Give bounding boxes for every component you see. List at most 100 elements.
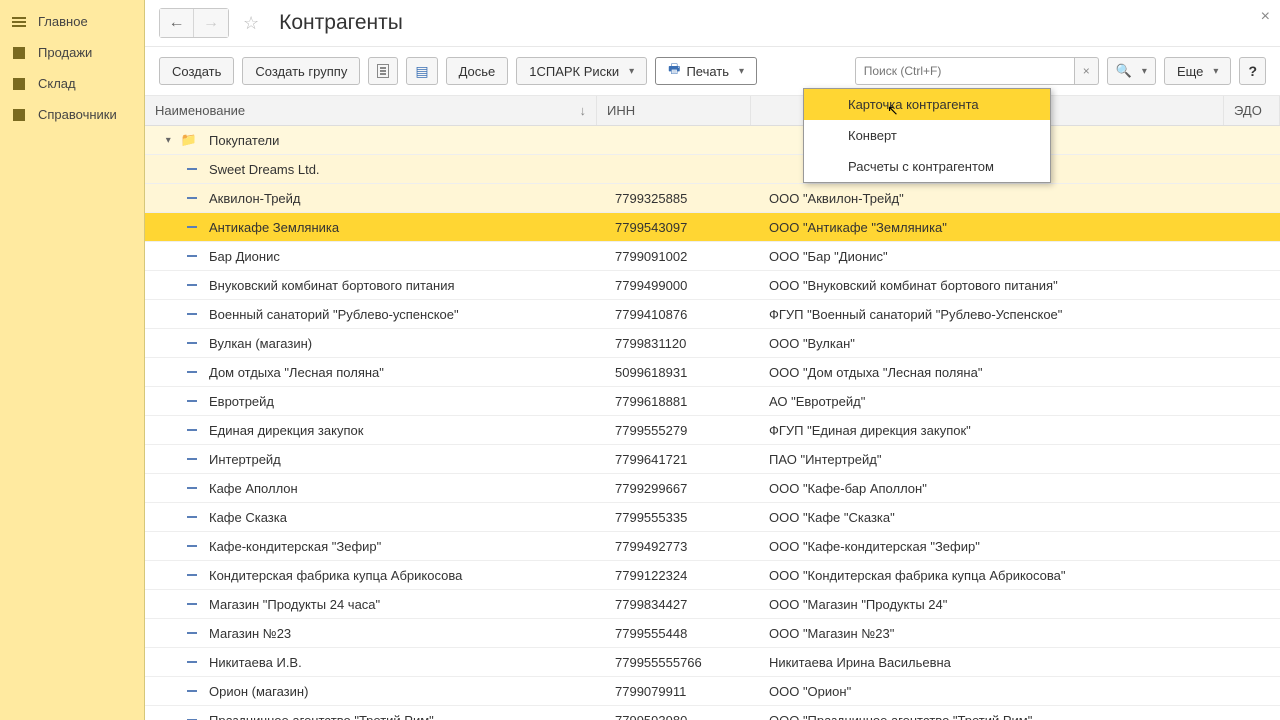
group-name: Покупатели	[205, 133, 597, 148]
cell-inn: 7799299667	[597, 481, 751, 496]
cell-name: Единая дирекция закупок	[205, 423, 597, 438]
star-icon[interactable]: ☆	[239, 13, 263, 34]
table-row[interactable]: Кондитерская фабрика купца Абрикосова 77…	[145, 561, 1280, 590]
sort-indicator-icon: ↓	[580, 103, 587, 118]
create-button[interactable]: Создать	[159, 57, 234, 85]
table-row[interactable]: Никитаева И.В. 779955555766 Никитаева Ир…	[145, 648, 1280, 677]
sidebar-item-label: Продажи	[38, 45, 92, 60]
menu-icon	[10, 15, 28, 29]
col-header-inn[interactable]: ИНН	[597, 96, 751, 125]
cell-inn: 7799499000	[597, 278, 751, 293]
printer-icon: 🖶	[668, 60, 680, 82]
cell-fullname: ООО "Праздничное агентство "Третий Рим"	[751, 713, 1224, 720]
cell-inn: 7799834427	[597, 597, 751, 612]
cell-fullname: ООО "Магазин №23"	[751, 626, 1224, 641]
item-icon	[187, 661, 197, 663]
item-icon	[187, 226, 197, 228]
sidebar: Главное Продажи Склад Справочники	[0, 0, 145, 720]
table-row[interactable]: Интертрейд 7799641721 ПАО "Интертрейд"	[145, 445, 1280, 474]
table-row[interactable]: Кафе Сказка 7799555335 ООО "Кафе "Сказка…	[145, 503, 1280, 532]
cell-fullname: АО "Евротрейд"	[751, 394, 1224, 409]
item-icon	[187, 197, 197, 199]
group-row[interactable]: ▾📁 Покупатели	[145, 126, 1280, 155]
toolbar: Создать Создать группу ▤ Досье 1СПАРК Ри…	[145, 47, 1280, 96]
cell-inn: 7799122324	[597, 568, 751, 583]
item-icon	[187, 255, 197, 257]
table-row[interactable]: Кафе Аполлон 7799299667 ООО "Кафе-бар Ап…	[145, 474, 1280, 503]
cell-name: Внуковский комбинат бортового питания	[205, 278, 597, 293]
table-row[interactable]: Магазин "Продукты 24 часа" 7799834427 ОО…	[145, 590, 1280, 619]
table-row[interactable]: Внуковский комбинат бортового питания 77…	[145, 271, 1280, 300]
cell-inn: 7799641721	[597, 452, 751, 467]
cell-fullname: ООО "Вулкан"	[751, 336, 1224, 351]
dropdown-item-envelope[interactable]: Конверт	[804, 120, 1050, 151]
table-row[interactable]: Единая дирекция закупок 7799555279 ФГУП …	[145, 416, 1280, 445]
cell-inn: 7799492773	[597, 539, 751, 554]
table-row[interactable]: Дом отдыха "Лесная поляна" 5099618931 ОО…	[145, 358, 1280, 387]
cell-name: Евротрейд	[205, 394, 597, 409]
item-icon	[187, 168, 197, 170]
cell-inn: 7799555335	[597, 510, 751, 525]
col-header-name[interactable]: Наименование↓	[145, 96, 597, 125]
cell-fullname: ФГУП "Единая дирекция закупок"	[751, 423, 1224, 438]
table-row[interactable]: Орион (магазин) 7799079911 ООО "Орион"	[145, 677, 1280, 706]
sidebar-item-warehouse[interactable]: Склад	[0, 68, 144, 99]
item-icon	[187, 690, 197, 692]
book-icon	[10, 108, 28, 122]
dossier-button[interactable]: Досье	[446, 57, 509, 85]
item-icon	[187, 429, 197, 431]
table-row[interactable]: Вулкан (магазин) 7799831120 ООО "Вулкан"	[145, 329, 1280, 358]
sidebar-item-directories[interactable]: Справочники	[0, 99, 144, 130]
copy-button[interactable]	[368, 57, 398, 85]
cell-name: Магазин "Продукты 24 часа"	[205, 597, 597, 612]
close-icon[interactable]: ×	[1261, 8, 1270, 26]
cell-inn: 7799555279	[597, 423, 751, 438]
cell-inn: 5099618931	[597, 365, 751, 380]
back-button[interactable]: ←	[160, 9, 194, 37]
table-row[interactable]: Sweet Dreams Ltd.	[145, 155, 1280, 184]
titlebar: ← → ☆ Контрагенты	[145, 0, 1280, 47]
table-row[interactable]: Магазин №23 7799555448 ООО "Магазин №23"	[145, 619, 1280, 648]
forward-button[interactable]: →	[194, 9, 228, 37]
cell-inn: 7799091002	[597, 249, 751, 264]
question-icon: ?	[1248, 63, 1257, 79]
spark-button[interactable]: 1СПАРК Риски	[516, 57, 647, 85]
cell-fullname: Никитаева Ирина Васильевна	[751, 655, 1224, 670]
item-icon	[187, 516, 197, 518]
more-button[interactable]: Еще	[1164, 57, 1231, 85]
grid-header: Наименование↓ ИНН ЭДО	[145, 96, 1280, 126]
cell-fullname: ООО "Дом отдыха "Лесная поляна"	[751, 365, 1224, 380]
sidebar-item-sales[interactable]: Продажи	[0, 37, 144, 68]
help-button[interactable]: ?	[1239, 57, 1266, 85]
cell-fullname: ООО "Бар "Дионис"	[751, 249, 1224, 264]
dropdown-item-card[interactable]: Карточка контрагента	[804, 89, 1050, 120]
dropdown-item-settlements[interactable]: Расчеты с контрагентом	[804, 151, 1050, 182]
collapse-icon[interactable]: ▾	[166, 135, 171, 146]
sidebar-item-label: Справочники	[38, 107, 117, 122]
sidebar-item-main[interactable]: Главное	[0, 6, 144, 37]
print-button[interactable]: 🖶Печать	[655, 57, 757, 85]
table-row[interactable]: Евротрейд 7799618881 АО "Евротрейд"	[145, 387, 1280, 416]
create-group-button[interactable]: Создать группу	[242, 57, 360, 85]
cell-fullname: ООО "Кафе-бар Аполлон"	[751, 481, 1224, 496]
search-clear-button[interactable]: ×	[1075, 57, 1099, 85]
cell-inn: 7799618881	[597, 394, 751, 409]
item-icon	[187, 545, 197, 547]
table-row[interactable]: Военный санаторий "Рублево-успенское" 77…	[145, 300, 1280, 329]
warehouse-icon	[10, 77, 28, 91]
col-header-edo[interactable]: ЭДО	[1224, 96, 1280, 125]
cell-name: Бар Дионис	[205, 249, 597, 264]
item-icon	[187, 342, 197, 344]
table-row[interactable]: Аквилон-Трейд 7799325885 ООО "Аквилон-Тр…	[145, 184, 1280, 213]
list-button[interactable]: ▤	[406, 57, 437, 85]
table-row[interactable]: Кафе-кондитерская "Зефир" 7799492773 ООО…	[145, 532, 1280, 561]
search-input[interactable]	[855, 57, 1075, 85]
table-row[interactable]: Бар Дионис 7799091002 ООО "Бар "Дионис"	[145, 242, 1280, 271]
item-icon	[187, 632, 197, 634]
item-icon	[187, 574, 197, 576]
search-options-button[interactable]: 🔍	[1107, 57, 1156, 85]
table-row[interactable]: Праздничное агентство "Третий Рим" 77995…	[145, 706, 1280, 720]
table-row[interactable]: Антикафе Земляника 7799543097 ООО "Антик…	[145, 213, 1280, 242]
item-icon	[187, 603, 197, 605]
cell-inn: 7799831120	[597, 336, 751, 351]
